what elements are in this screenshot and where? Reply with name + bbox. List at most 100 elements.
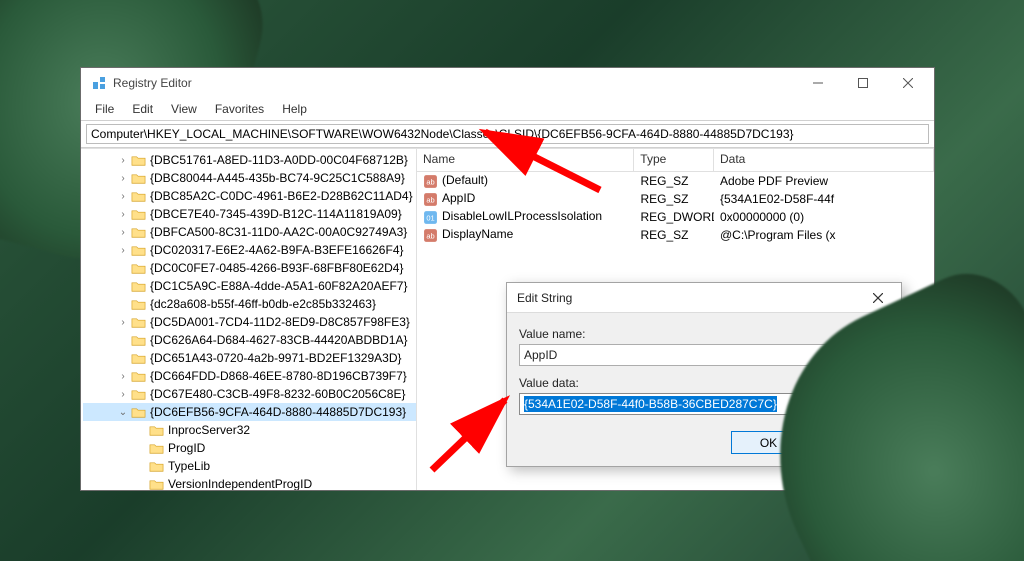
tree-node[interactable]: › {DBC51761-A8ED-11D3-A0DD-00C04F68712B} — [83, 151, 416, 169]
tree-node[interactable]: {DC0C0FE7-0485-4266-B93F-68FBF80E62D4} — [83, 259, 416, 277]
menu-view[interactable]: View — [163, 100, 205, 118]
folder-icon — [131, 154, 146, 167]
minimize-button[interactable] — [795, 69, 840, 98]
string-value-icon: ab — [423, 192, 438, 207]
tree-label: {DBC51761-A8ED-11D3-A0DD-00C04F68712B} — [150, 153, 408, 167]
folder-icon — [131, 172, 146, 185]
tree-node[interactable]: › {DBC80044-A445-435b-BC74-9C25C1C588A9} — [83, 169, 416, 187]
tree-node[interactable]: ›{DC67E480-C3CB-49F8-8232-60B0C2056C8E} — [83, 385, 416, 403]
folder-icon — [131, 208, 146, 221]
tree-node[interactable]: VersionIndependentProgID — [83, 475, 416, 490]
col-header-type[interactable]: Type — [634, 149, 714, 171]
tree-label: {DC651A43-0720-4a2b-9971-BD2EF1329A3D} — [150, 351, 402, 365]
value-type: REG_SZ — [634, 173, 714, 189]
expand-toggle-icon[interactable]: › — [117, 191, 129, 202]
tree-node[interactable]: InprocServer32 — [83, 421, 416, 439]
tree-node[interactable]: {DC626A64-D684-4627-83CB-44420ABDBD1A} — [83, 331, 416, 349]
maximize-button[interactable] — [840, 69, 885, 98]
folder-icon — [131, 262, 146, 275]
expand-toggle-icon[interactable]: › — [117, 317, 129, 328]
tree-label: TypeLib — [168, 459, 210, 473]
expand-toggle-icon[interactable]: › — [117, 245, 129, 256]
ok-button[interactable]: OK — [731, 431, 806, 454]
value-row[interactable]: ab(Default)REG_SZAdobe PDF Preview — [417, 172, 934, 190]
expand-toggle-icon[interactable]: › — [117, 173, 129, 184]
folder-icon — [131, 298, 146, 311]
value-data: 0x00000000 (0) — [714, 209, 934, 225]
menu-edit[interactable]: Edit — [124, 100, 161, 118]
svg-text:ab: ab — [426, 177, 434, 186]
value-row[interactable]: ab AppID REG_SZ{534A1E02-D58F-44f — [417, 190, 934, 208]
tree-label: {DBC80044-A445-435b-BC74-9C25C1C588A9} — [150, 171, 405, 185]
folder-icon — [131, 244, 146, 257]
value-data: Adobe PDF Preview — [714, 173, 934, 189]
value-type: REG_SZ — [634, 227, 714, 243]
edit-string-dialog: Edit String Value name: AppID Value data… — [506, 282, 902, 467]
folder-icon — [131, 280, 146, 293]
folder-icon — [131, 406, 146, 419]
expand-toggle-icon[interactable]: › — [117, 371, 129, 382]
expand-toggle-icon[interactable]: › — [117, 209, 129, 220]
value-name-label: Value name: — [519, 327, 889, 341]
value-name: DisableLowILProcessIsolation — [442, 209, 602, 223]
address-input[interactable] — [86, 124, 929, 144]
titlebar[interactable]: Registry Editor — [81, 68, 934, 98]
folder-icon — [149, 478, 164, 491]
tree-node[interactable]: ›{DC5DA001-7CD4-11D2-8ED9-D8C857F98FE3} — [83, 313, 416, 331]
col-header-data[interactable]: Data — [714, 149, 934, 171]
binary-value-icon: 01 — [423, 210, 438, 225]
expand-toggle-icon[interactable]: ⌄ — [117, 407, 129, 418]
regedit-icon — [91, 75, 107, 91]
dialog-close-button[interactable] — [863, 290, 893, 306]
tree-label: {DBC85A2C-C0DC-4961-B6E2-D28B62C11AD4} — [150, 189, 413, 203]
folder-icon — [131, 190, 146, 203]
tree-node[interactable]: TypeLib — [83, 457, 416, 475]
tree-label: {DC6EFB56-9CFA-464D-8880-44885D7DC193} — [150, 405, 406, 419]
value-name: AppID — [442, 191, 475, 205]
tree-panel[interactable]: ›{DBC51761-A8ED-11D3-A0DD-00C04F68712B}›… — [81, 149, 417, 490]
value-data: {534A1E02-D58F-44f — [714, 191, 934, 207]
tree-label: {DC020317-E6E2-4A62-B9FA-B3EFE16626F4} — [150, 243, 404, 257]
tree-node[interactable]: {dc28a608-b55f-46ff-b0db-e2c85b332463} — [83, 295, 416, 313]
value-name-field[interactable]: AppID — [519, 344, 889, 366]
tree-label: {DC1C5A9C-E88A-4dde-A5A1-60F82A20AEF7} — [150, 279, 407, 293]
tree-node[interactable]: ⌄ {DC6EFB56-9CFA-464D-8880-44885D7DC193} — [83, 403, 416, 421]
dialog-title-text: Edit String — [517, 291, 863, 305]
folder-icon — [149, 442, 164, 455]
tree-node[interactable]: › {DBCE7E40-7345-439D-B12C-114A11819A09} — [83, 205, 416, 223]
list-header: Name Type Data — [417, 149, 934, 172]
svg-text:01: 01 — [426, 213, 434, 222]
cancel-button[interactable]: Cancel — [814, 431, 889, 454]
value-type: REG_SZ — [634, 191, 714, 207]
tree-node[interactable]: {DC651A43-0720-4a2b-9971-BD2EF1329A3D} — [83, 349, 416, 367]
tree-node[interactable]: ProgID — [83, 439, 416, 457]
value-data-field[interactable]: {534A1E02-D58F-44f0-B58B-36CBED287C7C} — [519, 393, 889, 415]
value-row[interactable]: 01 DisableLowILProcessIsolation REG_DWORD0… — [417, 208, 934, 226]
menu-favorites[interactable]: Favorites — [207, 100, 272, 118]
expand-toggle-icon[interactable]: › — [117, 155, 129, 166]
string-value-icon: ab — [423, 174, 438, 189]
dialog-titlebar[interactable]: Edit String — [507, 283, 901, 313]
tree-node[interactable]: {DC1C5A9C-E88A-4dde-A5A1-60F82A20AEF7} — [83, 277, 416, 295]
value-type: REG_DWORD — [634, 209, 714, 225]
svg-text:ab: ab — [426, 231, 434, 240]
svg-text:ab: ab — [426, 195, 434, 204]
value-row[interactable]: abDisplayNameREG_SZ@C:\Program Files (x — [417, 226, 934, 244]
tree-node[interactable]: › {DBFCA500-8C31-11D0-AA2C-00A0C92749A3} — [83, 223, 416, 241]
col-header-name[interactable]: Name — [417, 149, 634, 171]
tree-label: {DBCE7E40-7345-439D-B12C-114A11819A09} — [150, 207, 402, 221]
tree-node[interactable]: ›{DC664FDD-D868-46EE-8780-8D196CB739F7} — [83, 367, 416, 385]
folder-icon — [149, 460, 164, 473]
tree-label: {DBFCA500-8C31-11D0-AA2C-00A0C92749A3} — [150, 225, 407, 239]
tree-label: InprocServer32 — [168, 423, 250, 437]
menu-help[interactable]: Help — [274, 100, 315, 118]
expand-toggle-icon[interactable]: › — [117, 389, 129, 400]
close-button[interactable] — [885, 69, 930, 98]
tree-label: {dc28a608-b55f-46ff-b0db-e2c85b332463} — [150, 297, 376, 311]
folder-icon — [131, 334, 146, 347]
expand-toggle-icon[interactable]: › — [117, 227, 129, 238]
menu-file[interactable]: File — [87, 100, 122, 118]
folder-icon — [131, 352, 146, 365]
tree-node[interactable]: › {DBC85A2C-C0DC-4961-B6E2-D28B62C11AD4} — [83, 187, 416, 205]
tree-node[interactable]: › {DC020317-E6E2-4A62-B9FA-B3EFE16626F4} — [83, 241, 416, 259]
